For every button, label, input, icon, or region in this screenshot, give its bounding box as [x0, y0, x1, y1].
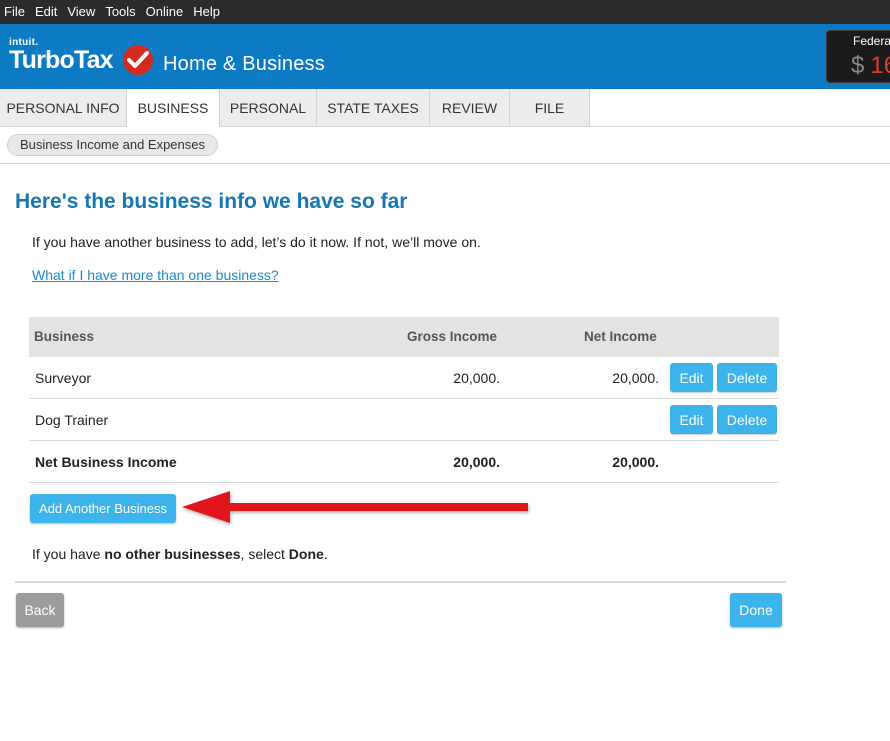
table-row: Dog Trainer Edit Delete [29, 399, 779, 441]
tab-review[interactable]: REVIEW [430, 89, 510, 126]
note-text: . [323, 546, 328, 562]
main-tabs: PERSONAL INFO BUSINESS PERSONAL STATE TA… [0, 89, 890, 127]
delete-button[interactable]: Delete [717, 405, 777, 434]
menu-help[interactable]: Help [189, 0, 226, 24]
menu-edit[interactable]: Edit [31, 0, 63, 24]
menu-bar: File Edit View Tools Online Help [0, 0, 890, 24]
help-link[interactable]: What if I have more than one business? [32, 267, 279, 283]
tab-state-taxes[interactable]: STATE TAXES [317, 89, 430, 126]
note-text: If you have [32, 546, 105, 562]
tab-personal-info[interactable]: PERSONAL INFO [0, 89, 127, 126]
total-gross-income: 20,000. [453, 454, 500, 470]
menu-file[interactable]: File [0, 0, 31, 24]
column-net-income: Net Income [584, 329, 657, 344]
column-gross-income: Gross Income [407, 329, 498, 344]
note-emphasis: Done [288, 546, 324, 562]
tab-file[interactable]: FILE [510, 89, 590, 126]
refund-label: Federal [853, 34, 890, 48]
delete-button[interactable]: Delete [717, 363, 777, 392]
left-arrow-icon [182, 491, 528, 523]
instruction-note: If you have no other businesses, select … [32, 546, 328, 562]
refund-amount: $16 [851, 52, 890, 80]
total-label: Net Business Income [35, 454, 177, 470]
note-emphasis: no other businesses [104, 546, 241, 562]
note-text: , select [240, 546, 289, 562]
gross-income-value: 20,000. [453, 370, 500, 386]
refund-meter[interactable]: Federal $16 [826, 30, 890, 83]
total-row: Net Business Income 20,000. 20,000. [29, 441, 779, 483]
intro-text: If you have another business to add, let… [32, 234, 481, 250]
menu-online[interactable]: Online [142, 0, 190, 24]
refund-currency: $ [851, 52, 865, 79]
add-another-business-button[interactable]: Add Another Business [30, 494, 176, 523]
tab-personal[interactable]: PERSONAL [220, 89, 317, 126]
tab-business[interactable]: BUSINESS [127, 89, 220, 127]
refund-value: 16 [870, 52, 890, 79]
footer-divider [15, 581, 786, 583]
table-header: Business Gross Income Net Income [29, 317, 779, 357]
edit-button[interactable]: Edit [670, 405, 713, 434]
app-header: intuit. TurboTax Home & Business Federal… [0, 24, 890, 89]
breadcrumb-bar: Business Income and Expenses [0, 127, 890, 164]
column-business: Business [34, 329, 95, 344]
total-net-income: 20,000. [612, 454, 659, 470]
page-title: Here's the business info we have so far [15, 190, 408, 213]
business-name: Dog Trainer [35, 412, 109, 428]
done-button[interactable]: Done [730, 593, 782, 627]
check-mark-icon [123, 45, 153, 75]
menu-tools[interactable]: Tools [101, 0, 141, 24]
product-name: Home & Business [163, 53, 325, 75]
edit-button[interactable]: Edit [670, 363, 713, 392]
menu-view[interactable]: View [63, 0, 101, 24]
back-button[interactable]: Back [16, 593, 64, 627]
net-income-value: 20,000. [612, 370, 659, 386]
table-row: Surveyor 20,000. 20,000. Edit Delete [29, 357, 779, 399]
breadcrumb[interactable]: Business Income and Expenses [7, 134, 218, 156]
business-name: Surveyor [35, 370, 92, 386]
turbotax-wordmark: TurboTax [9, 46, 114, 74]
